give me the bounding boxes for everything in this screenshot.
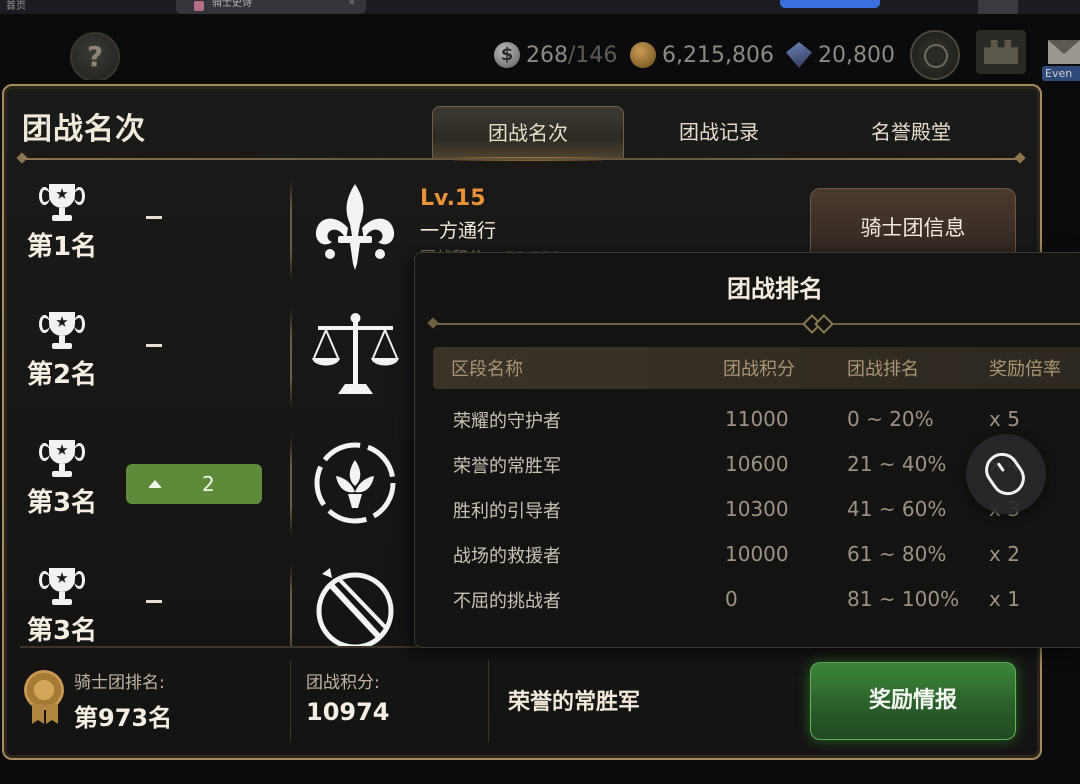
- browser-action-button[interactable]: [780, 0, 880, 8]
- column-divider: [290, 436, 292, 536]
- maximize-icon[interactable]: [978, 0, 1018, 14]
- medal-icon: [24, 670, 64, 726]
- tier-score: 11000: [725, 407, 789, 431]
- tab-battle-record[interactable]: 团战记录: [624, 106, 814, 158]
- rank-change-none: [146, 344, 162, 347]
- gold-coin-icon: [630, 42, 656, 68]
- tier-name: 不屈的挑战者: [453, 591, 561, 612]
- mouse-icon: [978, 446, 1032, 502]
- tier-name: 胜利的引导者: [453, 501, 561, 522]
- column-divider: [290, 564, 292, 646]
- trophy-icon: [39, 568, 85, 608]
- rank-cell: 第2名: [22, 312, 102, 391]
- tier-range: 81 ~ 100%: [847, 587, 960, 611]
- game-screen: 首页 骑士史诗 × ? $ 268 /146 6,215,806 20,800 …: [0, 0, 1080, 784]
- column-divider: [290, 180, 292, 280]
- guild-name: 一方通行: [420, 220, 497, 242]
- rank-cell: 第3名: [22, 440, 102, 519]
- clock-icon[interactable]: [910, 30, 960, 80]
- tab-hall-of-fame[interactable]: 名誉殿堂: [816, 106, 1006, 158]
- header-multiplier: 奖励倍率: [989, 359, 1061, 380]
- gem-counter: 20,800: [786, 38, 895, 72]
- rank-label: 第3名: [26, 488, 98, 518]
- guild-rank-label: 骑士团排名:: [74, 673, 165, 693]
- tier-range: 0 ~ 20%: [847, 407, 934, 431]
- sword-ring-icon: [316, 568, 394, 646]
- stamina-current: 268: [526, 42, 568, 68]
- close-tab-icon[interactable]: ×: [348, 0, 356, 9]
- panel-title: 团战名次: [22, 112, 146, 147]
- tier-score: 10000: [725, 542, 789, 566]
- tier-name: 战场的救援者: [453, 546, 561, 567]
- mail-label: Even: [1042, 66, 1080, 81]
- tier-range: 41 ~ 60%: [847, 497, 947, 521]
- popup-title: 团战排名: [727, 275, 823, 303]
- rank-change-badge: 2: [126, 464, 262, 504]
- gem-value: 20,800: [818, 42, 895, 68]
- rank-cell: 第1名: [22, 184, 102, 263]
- table-row: 不屈的挑战者 0 81 ~ 100% x 1: [433, 579, 1080, 624]
- rank-up-icon: [148, 480, 162, 488]
- tier-multiplier: x 2: [989, 542, 1020, 566]
- browser-bar: 首页 骑士史诗 ×: [0, 0, 1080, 14]
- silver-coin-icon: $: [494, 42, 520, 68]
- rank-change-value: 2: [202, 472, 215, 496]
- header-rank: 团战排名: [847, 359, 919, 380]
- header-score: 团战积分: [723, 359, 795, 380]
- trophy-icon: [39, 184, 85, 224]
- ranking-table-header: 区段名称 团战积分 团战排名 奖励倍率: [433, 347, 1080, 389]
- gold-value: 6,215,806: [662, 42, 774, 68]
- rank-change-none: [146, 600, 162, 603]
- battle-score-value: 10974: [306, 698, 390, 726]
- stamina-max: /146: [568, 42, 618, 68]
- gold-counter: 6,215,806: [630, 38, 774, 72]
- browser-tab-title: 骑士史诗: [212, 0, 252, 9]
- tab-battle-rank[interactable]: 团战名次: [432, 106, 624, 161]
- current-tier: 荣誉的常胜军: [508, 690, 641, 715]
- column-divider: [290, 308, 292, 408]
- rank-label: 第1名: [26, 232, 98, 262]
- tier-name: 荣耀的守护者: [453, 411, 561, 432]
- tier-range: 21 ~ 40%: [847, 452, 947, 476]
- tier-multiplier: x 5: [989, 407, 1020, 431]
- help-button[interactable]: ?: [70, 32, 120, 82]
- trophy-icon: [39, 440, 85, 480]
- table-row: 荣耀的守护者 11000 0 ~ 20% x 5: [433, 399, 1080, 444]
- reward-info-button[interactable]: 奖励情报: [810, 662, 1016, 740]
- guild-rank-value: 第973名: [74, 704, 173, 732]
- guild-level: Lv.15: [420, 186, 486, 211]
- tier-name: 荣誉的常胜军: [453, 456, 561, 477]
- tier-score: 10300: [725, 497, 789, 521]
- stamina-counter: $ 268 /146: [494, 38, 617, 72]
- popup-divider: [431, 314, 1080, 334]
- scales-icon: [312, 313, 399, 394]
- tier-range: 61 ~ 80%: [847, 542, 947, 566]
- table-row: 战场的救援者 10000 61 ~ 80% x 2: [433, 534, 1080, 579]
- ornament-icon: [314, 442, 396, 524]
- rank-label: 第2名: [26, 360, 98, 390]
- tab-bar: 团战名次 团战记录 名誉殿堂: [432, 106, 1022, 161]
- battle-score-label: 团战积分:: [306, 673, 380, 693]
- header-tier-name: 区段名称: [451, 359, 523, 380]
- tier-multiplier: x 1: [989, 587, 1020, 611]
- bottom-separator: [488, 660, 489, 742]
- browser-tab[interactable]: 骑士史诗 ×: [176, 0, 366, 14]
- mouse-mode-button[interactable]: [966, 434, 1046, 514]
- browser-home-label[interactable]: 首页: [6, 0, 26, 12]
- gem-icon: [786, 42, 812, 68]
- bottom-summary: 骑士团排名: 第973名 团战积分: 10974 荣誉的常胜军 奖励情报: [4, 648, 1034, 754]
- fleur-de-lis-icon: [315, 184, 395, 270]
- tier-score: 0: [725, 587, 738, 611]
- divider-ornament-icon: [814, 314, 834, 334]
- rank-change-none: [146, 216, 162, 219]
- bottom-separator: [290, 660, 291, 742]
- mail-icon[interactable]: Even: [1040, 36, 1080, 88]
- header-divider: [20, 158, 1022, 160]
- rank-label: 第3名: [26, 616, 98, 646]
- trophy-icon: [39, 312, 85, 352]
- rank-cell: 第3名: [22, 568, 102, 646]
- castle-icon[interactable]: [976, 30, 1026, 74]
- tier-score: 10600: [725, 452, 789, 476]
- favicon-icon: [194, 1, 204, 11]
